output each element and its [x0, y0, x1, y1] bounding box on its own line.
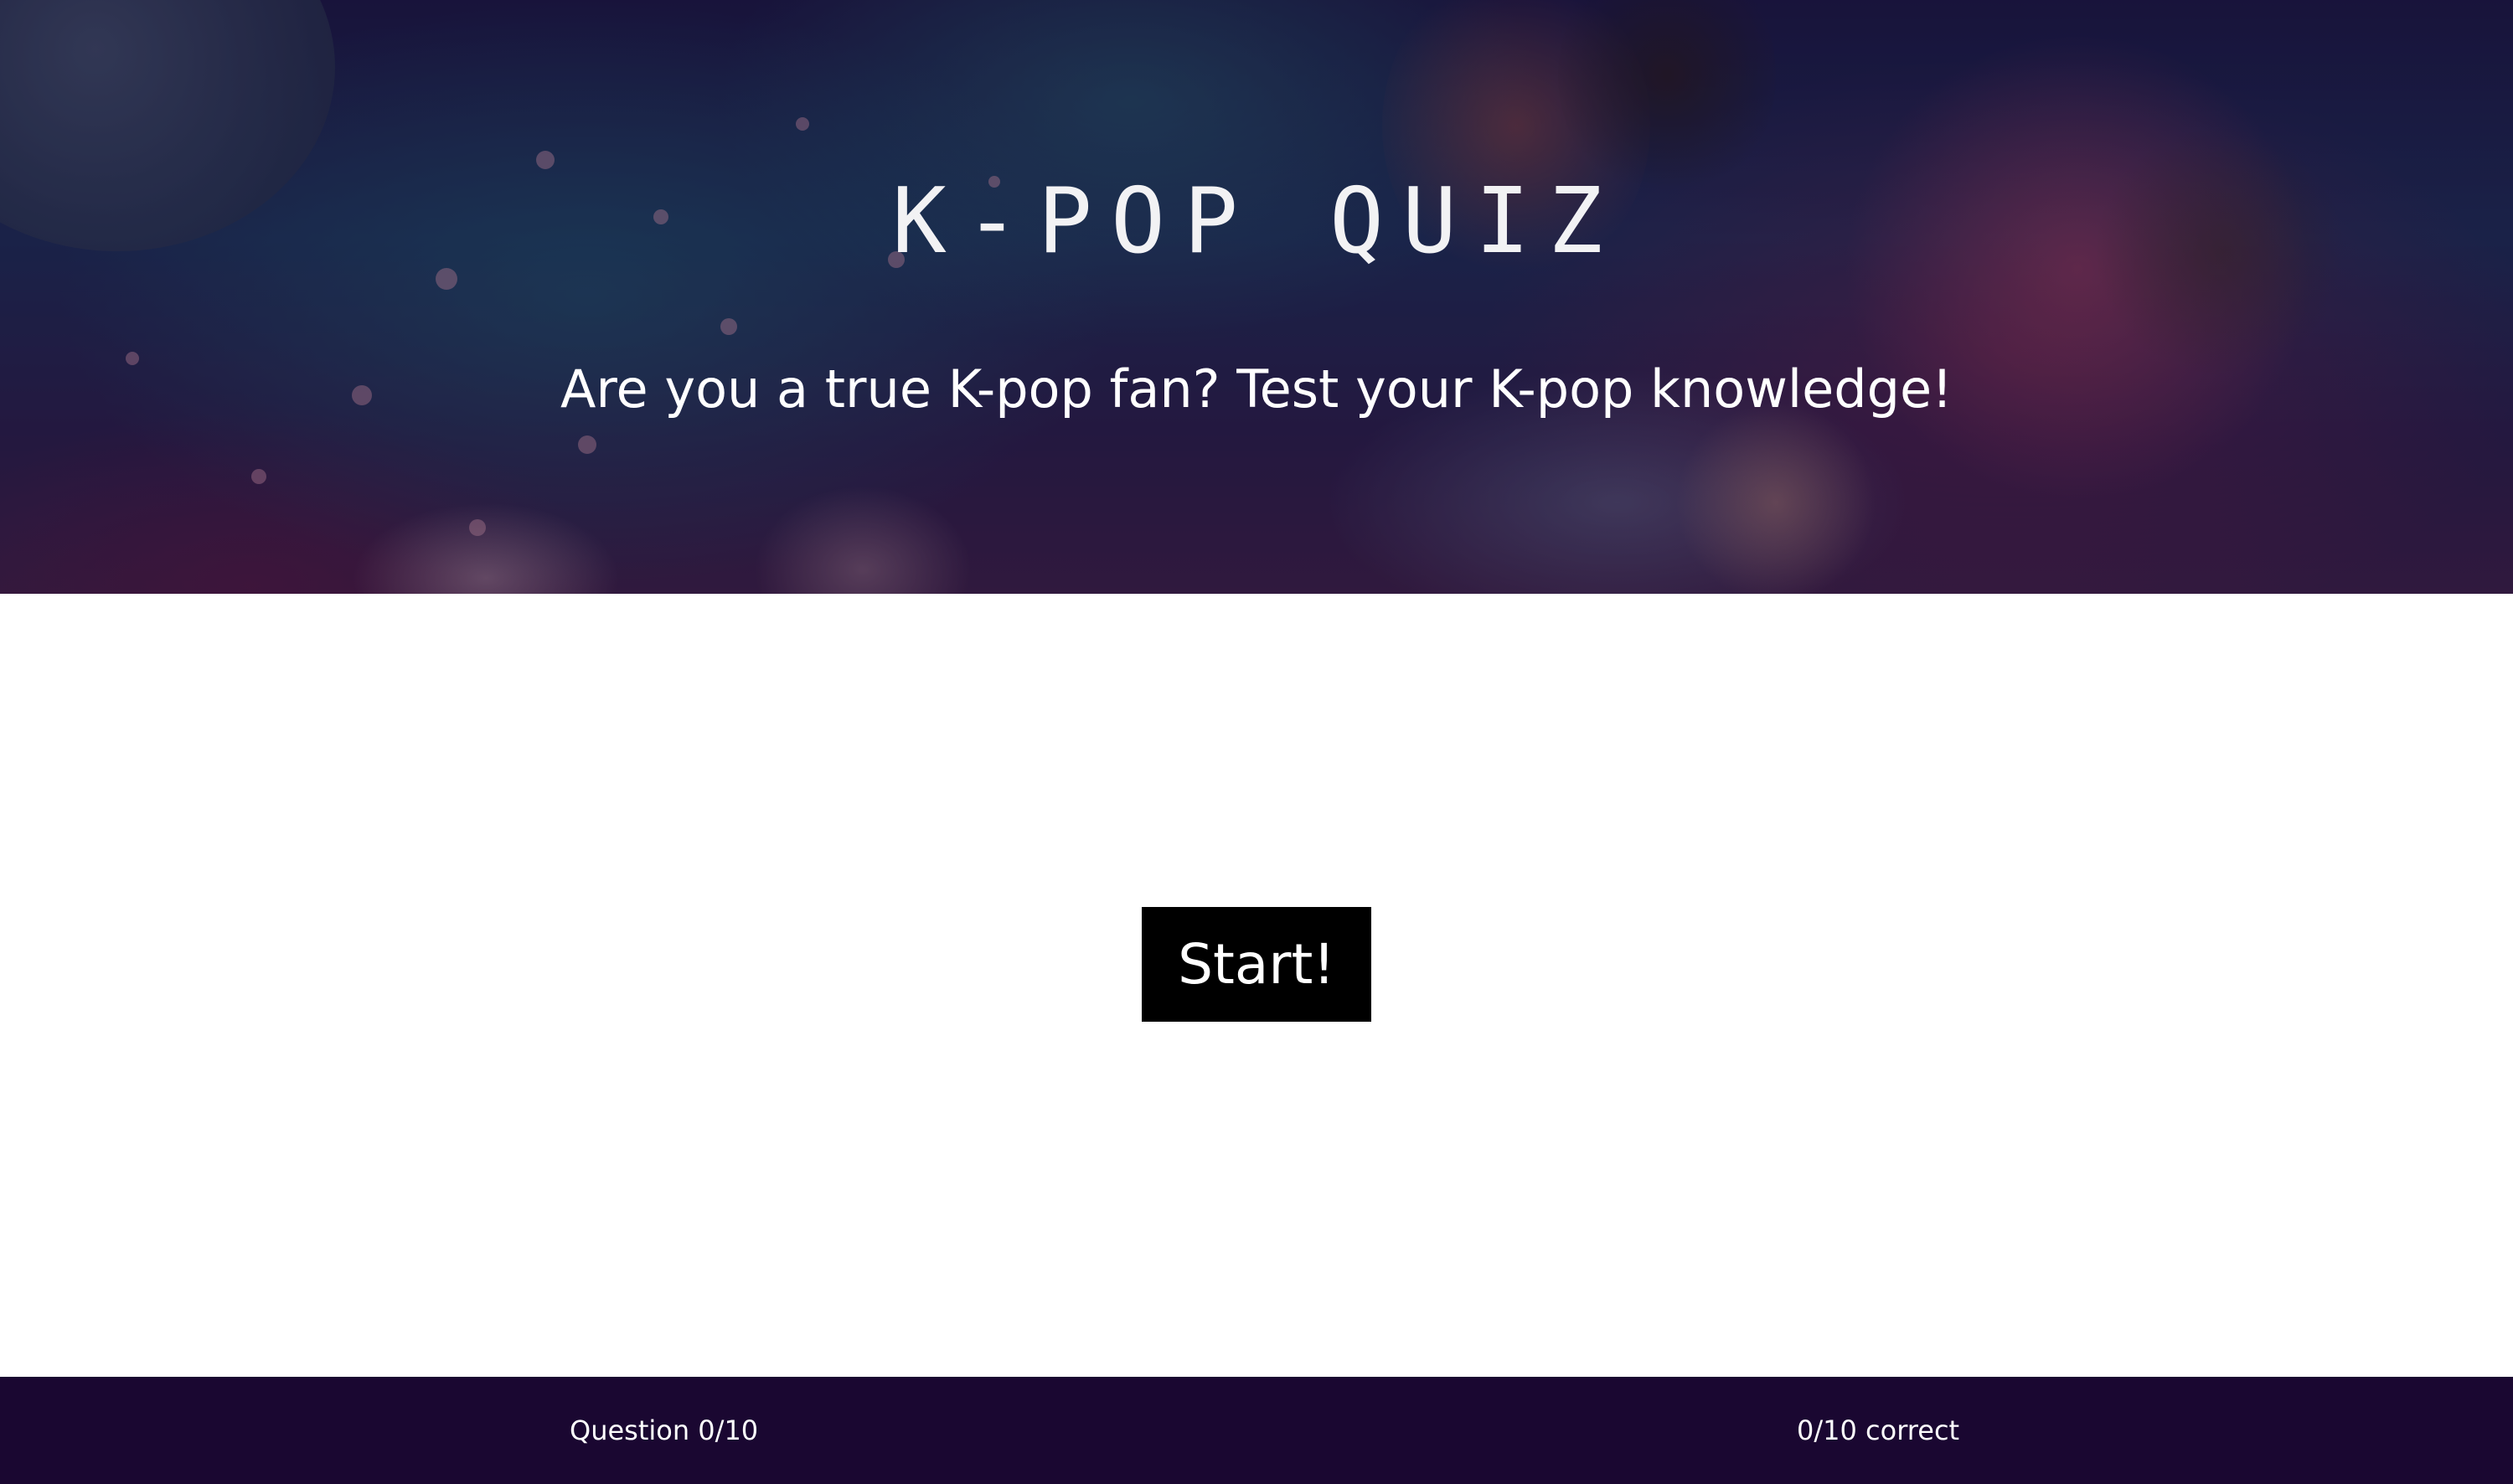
quiz-footer: Question 0/10 0/10 correct [0, 1377, 2513, 1484]
hero-banner: K-POP QUIZ Are you a true K-pop fan? Tes… [0, 0, 2513, 594]
page-subtitle: Are you a true K-pop fan? Test your K-po… [560, 358, 1953, 420]
page-title: K-POP QUIZ [891, 169, 1622, 274]
question-progress: Question 0/10 [570, 1414, 759, 1446]
hero-overlay [0, 0, 2513, 594]
score-counter: 0/10 correct [1797, 1414, 1960, 1446]
quiz-page: K-POP QUIZ Are you a true K-pop fan? Tes… [0, 0, 2513, 1484]
start-button[interactable]: Start! [1142, 907, 1371, 1022]
